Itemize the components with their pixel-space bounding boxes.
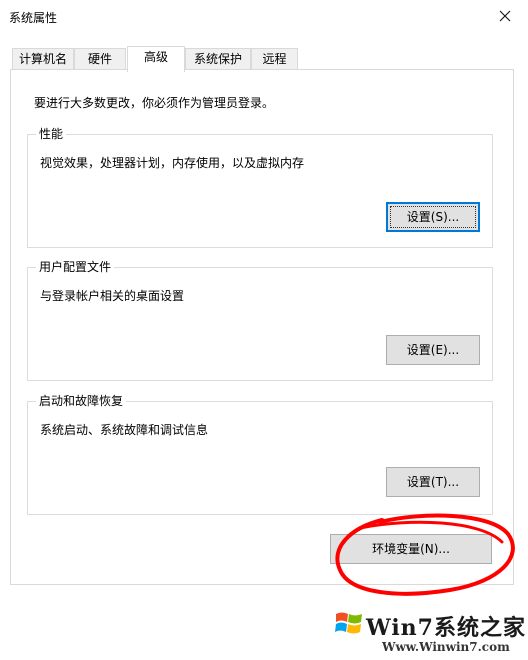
tab-hardware[interactable]: 硬件 <box>74 48 126 70</box>
admin-note: 要进行大多数更改，你必须作为管理员登录。 <box>34 96 275 110</box>
startup-recovery-group: 启动和故障恢复 系统启动、系统故障和调试信息 设置(T)... <box>27 393 493 515</box>
window-title: 系统属性 <box>9 11 58 25</box>
button-label: 设置(E)... <box>406 343 460 357</box>
environment-variables-button[interactable]: 环境变量(N)... <box>330 534 492 564</box>
watermark-url: Www.Winwin7.com <box>382 640 510 654</box>
tab-advanced[interactable]: 高级 <box>127 46 185 72</box>
windows-flag-icon <box>335 612 362 634</box>
watermark-text: Win7系统之家 <box>366 615 526 641</box>
startup-recovery-settings-button[interactable]: 设置(T)... <box>386 467 480 497</box>
tab-computer-name[interactable]: 计算机名 <box>12 48 74 70</box>
tab-label: 硬件 <box>87 52 112 66</box>
user-profiles-description: 与登录帐户相关的桌面设置 <box>40 289 185 303</box>
tab-label: 高级 <box>143 50 168 64</box>
tab-label: 计算机名 <box>18 52 67 66</box>
performance-description: 视觉效果，处理器计划，内存使用，以及虚拟内存 <box>40 156 305 170</box>
tab-system-protection[interactable]: 系统保护 <box>185 48 251 70</box>
startup-recovery-title: 启动和故障恢复 <box>36 393 127 409</box>
tab-strip: 计算机名 硬件 高级 系统保护 远程 <box>0 46 528 72</box>
tab-label: 系统保护 <box>193 52 242 66</box>
performance-settings-button[interactable]: 设置(S)... <box>386 202 480 232</box>
title-bar: 系统属性 <box>0 0 528 34</box>
button-label: 设置(T)... <box>406 475 460 489</box>
focus-rectangle <box>390 206 476 228</box>
user-profiles-group: 用户配置文件 与登录帐户相关的桌面设置 设置(E)... <box>27 259 493 381</box>
tab-remote[interactable]: 远程 <box>251 48 298 70</box>
user-profiles-title: 用户配置文件 <box>36 259 115 275</box>
close-icon <box>499 10 511 22</box>
tab-label: 远程 <box>262 52 287 66</box>
button-label: 环境变量(N)... <box>372 542 450 556</box>
watermark: Win7系统之家 Www.Winwin7.com <box>330 600 528 660</box>
close-button[interactable] <box>482 0 528 32</box>
performance-group: 性能 视觉效果，处理器计划，内存使用，以及虚拟内存 设置(S)... <box>27 126 493 248</box>
user-profiles-settings-button[interactable]: 设置(E)... <box>386 335 480 365</box>
startup-recovery-description: 系统启动、系统故障和调试信息 <box>40 423 209 437</box>
performance-title: 性能 <box>36 126 67 142</box>
